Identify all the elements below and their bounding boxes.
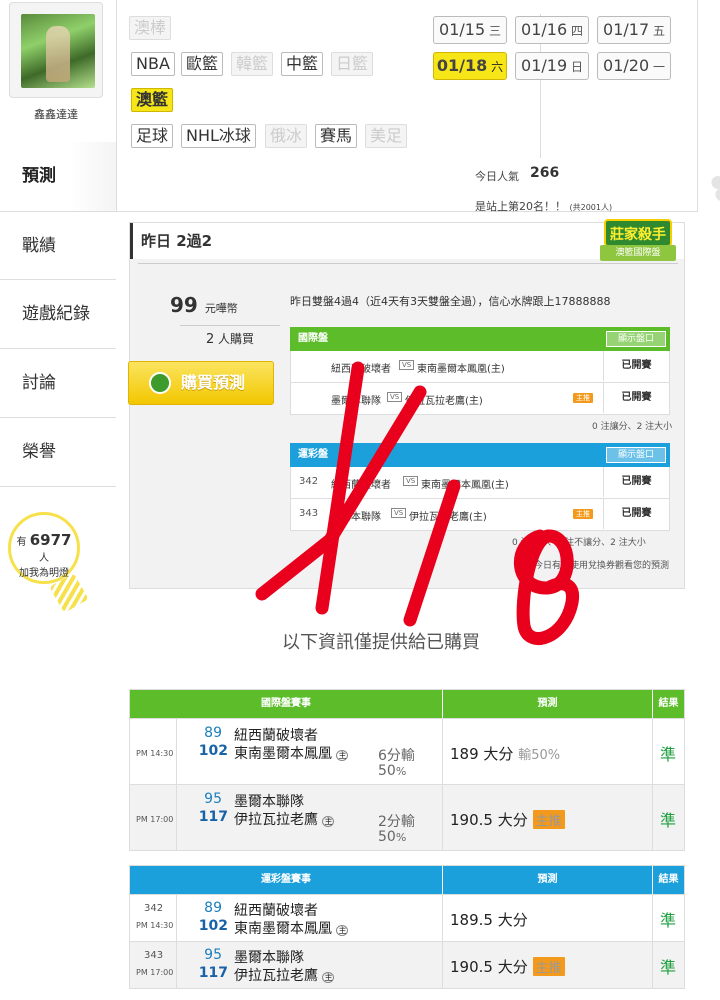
intl-results-table: 國際盤賽事 預測 結果 PM 14:30 89 紐西蘭破壞者 102 東南墨爾本… [129,689,685,851]
yesterday-info: 昨日雙盤4過4（近4天有3天雙盤全過），信心水牌跟上17888888 [290,295,611,308]
sport-tag-russia-hockey[interactable]: 俄冰 [265,124,308,148]
sport-tag-aus-basketball[interactable]: 澳籃 [131,88,174,112]
rank-text: 是站上第20名！！ (共2001人) [475,200,613,213]
lottery-note: 0 注讓分、0 注不讓分、2 注大小 [512,538,646,548]
nav-honor[interactable]: 榮譽 [0,418,116,487]
intl-picks-table: 國際盤 顯示盤口 紐西蘭破壞者 VS 東南墨爾本鳳凰(主) 已開賽 墨爾本聯隊 … [290,327,670,415]
sport-tag-horse-racing[interactable]: 賽馬 [315,124,358,148]
result-hit: 準 [660,745,677,764]
sport-tag-soccer[interactable]: 足球 [131,124,174,148]
vs-icon: VS [399,360,415,370]
coin-icon [149,372,171,394]
avatar-image [21,14,95,88]
date-0120[interactable]: 01/20 一 [597,52,671,80]
host-pick-badge: 主推 [573,509,593,519]
filter-panel: 澳棒 NBA 歐籃 韓籃 中籃 日籃 澳籃 足球 NHL冰球 俄冰 賽馬 美足 … [116,0,720,213]
result-hit: 準 [660,911,677,930]
table-row: 紐西蘭破壞者 VS 東南墨爾本鳳凰(主) 已開賽 [290,351,670,383]
nav-record[interactable]: 戰績 [0,211,116,280]
sidebar: 鑫鑫達達 預測 戰績 遊戲紀錄 討論 榮譽 有 6977 人 加我為明燈 [0,0,116,1000]
table-row: 墨爾本聯隊 VS 伊拉瓦拉老鷹(主) 主推 已開賽 [290,383,670,415]
dealer-killer-badge: 莊家殺手 澳籃國際盤 [600,217,676,265]
sport-tag-korea-basketball[interactable]: 韓籃 [231,52,274,76]
date-0116[interactable]: 01/16 四 [515,16,589,44]
show-odds-button[interactable]: 顯示盤口 [606,447,666,463]
intl-note: 0 注讓分、2 注大小 [592,422,673,432]
username[interactable]: 鑫鑫達達 [0,106,112,122]
yesterday-panel: 昨日 2過2 莊家殺手 澳籃國際盤 99 元嘩幣 2 人購買 購買預測 昨日雙盤… [128,219,685,589]
intl-header: 國際盤 顯示盤口 [290,327,670,351]
popularity-value: 266 [530,165,560,181]
table-row: PM 17:00 95 墨爾本聯隊 117 伊拉瓦拉老鷹 主 2分輸 50% 1… [130,784,684,850]
follower-count: 6977 [29,531,72,549]
table-row: 343 墨爾本聯隊 VS 伊拉瓦拉老鷹(主) 主推 已開賽 [290,499,670,531]
lottery-results-header: 運彩盤賽事 預測 結果 [130,866,684,894]
lottery-results-table: 運彩盤賽事 預測 結果 342 PM 14:30 89 紐西蘭破壞者 102 東… [129,865,685,989]
result-hit: 準 [660,811,677,830]
price: 99 元嘩幣 [170,293,238,317]
table-row: 342 紐西蘭破壞者 VS 東南墨爾本鳳凰(主) 已開賽 [290,467,670,499]
buy-prediction-button[interactable]: 購買預測 [128,361,274,405]
date-0119[interactable]: 01/19 日 [515,52,589,80]
date-0117[interactable]: 01/17 五 [597,16,671,44]
nav-predict[interactable]: 預測 [0,142,116,211]
follow-lightbulb[interactable]: 有 6977 人 加我為明燈 [8,512,80,584]
show-odds-button[interactable]: 顯示盤口 [606,331,666,347]
table-row: 342 PM 14:30 89 紐西蘭破壞者 102 東南墨爾本鳳凰 主 189… [130,894,684,941]
vs-icon: VS [403,476,419,486]
host-pick-badge: 主推 [573,393,593,403]
lottery-note-2: 今日有…使用兌換券觀看您的預測 [534,561,670,571]
vs-icon: VS [387,392,403,402]
host-pick-badge: 主推 [532,810,565,829]
sport-tag-eu-basketball[interactable]: 歐籃 [181,52,224,76]
nav-discussion[interactable]: 討論 [0,349,116,418]
result-hit: 準 [660,958,677,977]
table-row: 343 PM 17:00 95 墨爾本聯隊 117 伊拉瓦拉老鷹 主 190.5… [130,941,684,988]
vs-icon: VS [391,508,407,518]
date-0118[interactable]: 01/18 六 [433,52,507,80]
sport-tag-aus-baseball[interactable]: 澳棒 [129,16,172,40]
table-row: PM 14:30 89 紐西蘭破壞者 102 東南墨爾本鳳凰 主 6分輸 50%… [130,718,684,784]
sport-tag-japan-basketball[interactable]: 日籃 [331,52,374,76]
decorative-flower-icon: ✿ [709,160,720,210]
lottery-picks-table: 運彩盤 顯示盤口 342 紐西蘭破壞者 VS 東南墨爾本鳳凰(主) 已開賽 34… [290,443,670,531]
popularity-label: 今日人氣 [475,170,519,183]
intl-results-header: 國際盤賽事 預測 結果 [130,690,684,718]
sport-tag-us-football[interactable]: 美足 [365,124,408,148]
avatar[interactable] [9,2,103,98]
host-pick-badge: 主推 [532,957,565,976]
sport-tag-nba[interactable]: NBA [131,52,175,76]
lottery-header: 運彩盤 顯示盤口 [290,443,670,467]
sport-tag-nhl[interactable]: NHL冰球 [181,124,256,148]
purchase-only-message: 以下資訊僅提供給已購買 [282,632,480,653]
date-0115[interactable]: 01/15 三 [433,16,507,44]
nav-game-history[interactable]: 遊戲紀錄 [0,280,116,349]
divider [138,263,678,269]
sport-tag-china-basketball[interactable]: 中籃 [281,52,324,76]
buyer-count: 2 人購買 [180,325,280,347]
